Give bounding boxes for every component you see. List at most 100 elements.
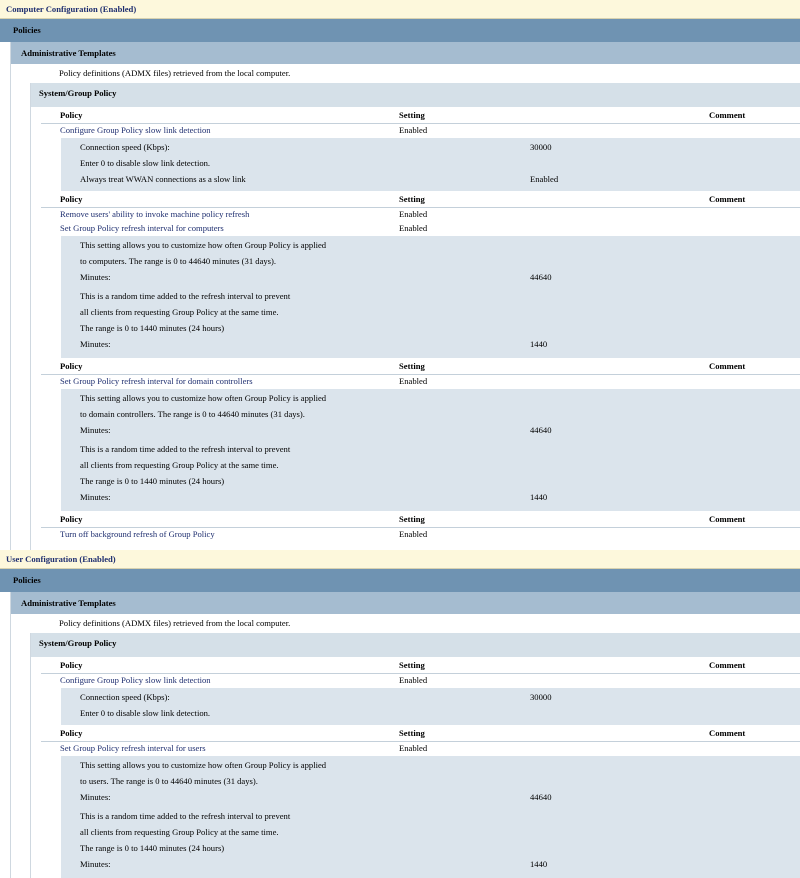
setting-row: all clients from requesting Group Policy… — [61, 305, 800, 321]
user-category-header[interactable]: System/Group Policy — [31, 633, 800, 657]
computer-config-title: Computer Configuration (Enabled) — [6, 4, 137, 14]
setting-label: to domain controllers. The range is 0 to… — [80, 409, 305, 419]
computer-policies-label: Policies — [13, 25, 41, 35]
setting-value: Enabled — [530, 174, 559, 184]
policy-column-header: Policy — [60, 728, 83, 738]
setting-label: Enter 0 to disable slow link detection. — [80, 158, 211, 168]
setting-label: Minutes: — [80, 425, 111, 435]
policy-column-header: Policy — [60, 660, 83, 670]
policy-link[interactable]: Configure Group Policy slow link detecti… — [60, 675, 211, 685]
user-config-header[interactable]: User Configuration (Enabled) — [0, 550, 800, 569]
setting-row: This setting allows you to customize how… — [61, 391, 800, 407]
policy-row: Set Group Policy refresh interval for us… — [41, 742, 800, 756]
policy-table-header: Policy Setting Comment — [41, 107, 800, 124]
comment-column-header: Comment — [709, 728, 746, 738]
setting-column-header: Setting — [399, 728, 425, 738]
policy-settings-panel: This setting allows you to customize how… — [61, 236, 800, 358]
setting-row: The range is 0 to 1440 minutes (24 hours… — [61, 321, 800, 337]
policy-settings-panel: This setting allows you to customize how… — [61, 756, 800, 878]
setting-row: This setting allows you to customize how… — [61, 758, 800, 774]
user-category-body: Policy Setting Comment Configure Group P… — [41, 657, 800, 878]
setting-row: to domain controllers. The range is 0 to… — [61, 407, 800, 423]
computer-admx-description: Policy definitions (ADMX files) retrieve… — [59, 68, 291, 78]
user-config-section: User Configuration (Enabled) Policies Ad… — [0, 550, 800, 878]
setting-label: The range is 0 to 1440 minutes (24 hours… — [80, 476, 225, 486]
policy-link[interactable]: Set Group Policy refresh interval for do… — [60, 376, 253, 386]
policy-state: Enabled — [399, 209, 428, 219]
policy-state: Enabled — [399, 223, 428, 233]
computer-admin-templates-header[interactable]: Administrative Templates — [11, 42, 800, 64]
setting-label: Enter 0 to disable slow link detection. — [80, 708, 211, 718]
computer-category-label: System/Group Policy — [39, 88, 117, 98]
setting-row: This is a random time added to the refre… — [61, 442, 800, 458]
computer-policies-header[interactable]: Policies — [0, 19, 800, 42]
setting-label: all clients from requesting Group Policy… — [80, 827, 279, 837]
setting-value: 1440 — [530, 492, 548, 502]
setting-row: Enter 0 to disable slow link detection. — [61, 156, 800, 172]
policy-row: Set Group Policy refresh interval for co… — [41, 222, 800, 236]
policy-row: Configure Group Policy slow link detecti… — [41, 124, 800, 138]
setting-label: Minutes: — [80, 272, 111, 282]
policy-state: Enabled — [399, 125, 428, 135]
computer-config-header[interactable]: Computer Configuration (Enabled) — [0, 0, 800, 19]
policy-link[interactable]: Configure Group Policy slow link detecti… — [60, 125, 211, 135]
policy-link[interactable]: Set Group Policy refresh interval for co… — [60, 223, 224, 233]
policy-row: Set Group Policy refresh interval for do… — [41, 375, 800, 389]
setting-column-header: Setting — [399, 514, 425, 524]
setting-column-header: Setting — [399, 194, 425, 204]
policy-row: Remove users' ability to invoke machine … — [41, 208, 800, 222]
policy-settings-panel: This setting allows you to customize how… — [61, 389, 800, 511]
setting-row: Minutes: 1440 — [61, 857, 800, 873]
user-admin-templates-header[interactable]: Administrative Templates — [11, 592, 800, 614]
setting-row: Minutes: 44640 — [61, 270, 800, 286]
setting-row: all clients from requesting Group Policy… — [61, 458, 800, 474]
policy-state: Enabled — [399, 529, 428, 539]
setting-label: Connection speed (Kbps): — [80, 692, 170, 702]
policy-link[interactable]: Turn off background refresh of Group Pol… — [60, 529, 215, 539]
setting-label: Minutes: — [80, 339, 111, 349]
setting-label: to users. The range is 0 to 44640 minute… — [80, 776, 258, 786]
policy-link[interactable]: Remove users' ability to invoke machine … — [60, 209, 249, 219]
setting-label: The range is 0 to 1440 minutes (24 hours… — [80, 323, 225, 333]
comment-column-header: Comment — [709, 514, 746, 524]
setting-column-header: Setting — [399, 660, 425, 670]
comment-column-header: Comment — [709, 660, 746, 670]
comment-column-header: Comment — [709, 110, 746, 120]
setting-value: 30000 — [530, 142, 552, 152]
setting-row: to computers. The range is 0 to 44640 mi… — [61, 254, 800, 270]
setting-value: 44640 — [530, 272, 552, 282]
setting-value: 1440 — [530, 339, 548, 349]
policy-table-header: Policy Setting Comment — [41, 358, 800, 375]
setting-label: This setting allows you to customize how… — [80, 393, 327, 403]
computer-category-header[interactable]: System/Group Policy — [31, 83, 800, 107]
setting-row: Connection speed (Kbps): 30000 — [61, 690, 800, 706]
policy-column-header: Policy — [60, 110, 83, 120]
user-admx-description: Policy definitions (ADMX files) retrieve… — [59, 618, 291, 628]
setting-row: Minutes: 44640 — [61, 423, 800, 439]
policy-link[interactable]: Set Group Policy refresh interval for us… — [60, 743, 206, 753]
setting-value: 44640 — [530, 792, 552, 802]
policy-row: Turn off background refresh of Group Pol… — [41, 528, 800, 542]
setting-row: Enter 0 to disable slow link detection. — [61, 706, 800, 722]
policy-column-header: Policy — [60, 194, 83, 204]
setting-row: The range is 0 to 1440 minutes (24 hours… — [61, 474, 800, 490]
computer-config-section: Computer Configuration (Enabled) Policie… — [0, 0, 800, 550]
setting-value: 30000 — [530, 692, 552, 702]
user-category-label: System/Group Policy — [39, 638, 117, 648]
setting-label: Minutes: — [80, 492, 111, 502]
setting-label: all clients from requesting Group Policy… — [80, 460, 279, 470]
setting-row: This is a random time added to the refre… — [61, 809, 800, 825]
computer-admin-templates-label: Administrative Templates — [21, 48, 116, 58]
setting-row: This setting allows you to customize how… — [61, 238, 800, 254]
setting-column-header: Setting — [399, 361, 425, 371]
setting-row: Always treat WWAN connections as a slow … — [61, 172, 800, 188]
policy-state: Enabled — [399, 743, 428, 753]
setting-label: This is a random time added to the refre… — [80, 291, 291, 301]
computer-category-body: Policy Setting Comment Configure Group P… — [41, 107, 800, 550]
policy-table-header: Policy Setting Comment — [41, 657, 800, 674]
setting-row: Minutes: 1440 — [61, 490, 800, 506]
setting-label: all clients from requesting Group Policy… — [80, 307, 279, 317]
setting-row: The range is 0 to 1440 minutes (24 hours… — [61, 841, 800, 857]
policy-table-header: Policy Setting Comment — [41, 191, 800, 208]
user-policies-header[interactable]: Policies — [0, 569, 800, 592]
